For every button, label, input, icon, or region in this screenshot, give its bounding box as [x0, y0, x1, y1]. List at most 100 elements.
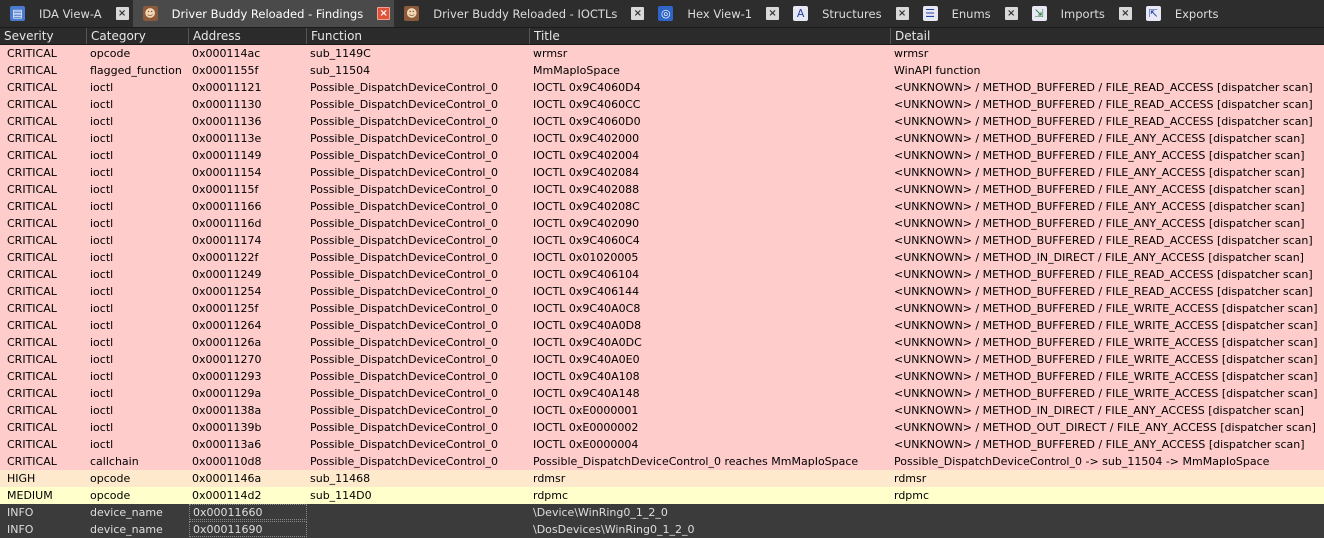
- cell-function: Possible_DispatchDeviceControl_0: [310, 319, 498, 332]
- column-header-function[interactable]: Function: [307, 28, 530, 44]
- table-row[interactable]: CRITICAL ioctl 0x00011149 Possible_Dispatch…: [0, 147, 1324, 164]
- table-row[interactable]: INFO device_name 0x00011660 \Device\WinRing…: [0, 504, 1324, 521]
- tab-label: Driver Buddy Reloaded - IOCTLs: [433, 6, 618, 21]
- table-row[interactable]: MEDIUM opcode 0x000114d2 sub_114D0 rdpmc rdpm…: [0, 487, 1324, 504]
- cell-title: IOCTL 0xE0000001: [533, 404, 639, 417]
- cell-function: Possible_DispatchDeviceControl_0: [310, 455, 498, 468]
- tab-6[interactable]: ⇲ Imports ×: [1022, 0, 1136, 27]
- table-row[interactable]: CRITICAL ioctl 0x00011293 Possible_Dispatch…: [0, 368, 1324, 385]
- cell-category: ioctl: [90, 370, 114, 383]
- table-row[interactable]: CRITICAL ioctl 0x0001129a Possible_Dispatch…: [0, 385, 1324, 402]
- cell-function: sub_1149C: [310, 47, 371, 60]
- tab-4[interactable]: A Structures ×: [783, 0, 913, 27]
- cell-function: Possible_DispatchDeviceControl_0: [310, 268, 498, 281]
- cell-address: 0x0001139b: [192, 421, 262, 434]
- table-row[interactable]: CRITICAL ioctl 0x00011154 Possible_Dispatch…: [0, 164, 1324, 181]
- cell-function: Possible_DispatchDeviceControl_0: [310, 98, 498, 111]
- close-icon[interactable]: ×: [631, 7, 645, 20]
- cell-title: rdpmc: [533, 489, 569, 502]
- column-header-detail[interactable]: Detail: [891, 28, 1324, 44]
- table-row[interactable]: HIGH opcode 0x0001146a sub_11468 rdmsr rdmsr: [0, 470, 1324, 487]
- cell-function: Possible_DispatchDeviceControl_0: [310, 217, 498, 230]
- tab-label: Hex View-1: [687, 6, 753, 21]
- tab-5[interactable]: ☰ Enums ×: [913, 0, 1022, 27]
- cell-function: Possible_DispatchDeviceControl_0: [310, 234, 498, 247]
- tab-3[interactable]: ◎ Hex View-1 ×: [648, 0, 783, 27]
- cell-title: \DosDevices\WinRing0_1_2_0: [533, 523, 695, 536]
- close-icon[interactable]: ×: [766, 7, 780, 20]
- driver-buddy-avatar-icon: ☻: [142, 6, 158, 21]
- table-row[interactable]: CRITICAL ioctl 0x00011254 Possible_Dispatch…: [0, 283, 1324, 300]
- cell-address: 0x00011293: [192, 370, 262, 383]
- close-icon[interactable]: ×: [115, 7, 129, 20]
- hex-view-icon: ◎: [658, 6, 674, 21]
- cell-address: 0x00011149: [192, 149, 262, 162]
- cell-category: ioctl: [90, 302, 114, 315]
- table-row[interactable]: CRITICAL ioctl 0x00011264 Possible_Dispatch…: [0, 317, 1324, 334]
- cell-severity: CRITICAL: [7, 149, 57, 162]
- table-row[interactable]: CRITICAL ioctl 0x00011121 Possible_Dispatch…: [0, 79, 1324, 96]
- table-row[interactable]: CRITICAL flagged_function 0x0001155f sub_11…: [0, 62, 1324, 79]
- close-icon[interactable]: ×: [895, 7, 909, 20]
- table-row[interactable]: CRITICAL ioctl 0x0001113e Possible_Dispatch…: [0, 130, 1324, 147]
- cell-function: Possible_DispatchDeviceControl_0: [310, 336, 498, 349]
- imports-icon: ⇲: [1031, 6, 1047, 21]
- cell-function: Possible_DispatchDeviceControl_0: [310, 166, 498, 179]
- cell-address: 0x0001122f: [192, 251, 259, 264]
- column-header-address[interactable]: Address: [189, 28, 307, 44]
- cell-severity: CRITICAL: [7, 421, 57, 434]
- tab-2[interactable]: ☻ Driver Buddy Reloaded - IOCTLs ×: [394, 0, 648, 27]
- tab-7[interactable]: ⇱ Exports: [1136, 0, 1237, 27]
- table-row[interactable]: CRITICAL ioctl 0x0001139b Possible_Dispatch…: [0, 419, 1324, 436]
- cell-severity: CRITICAL: [7, 183, 57, 196]
- table-row[interactable]: CRITICAL ioctl 0x0001138a Possible_Dispatch…: [0, 402, 1324, 419]
- table-row[interactable]: CRITICAL opcode 0x000114ac sub_1149C wrmsr wr…: [0, 45, 1324, 62]
- cell-title: IOCTL 0x9C4060D4: [533, 81, 641, 94]
- close-icon[interactable]: ×: [377, 7, 391, 20]
- column-header-category[interactable]: Category: [87, 28, 189, 44]
- cell-category: ioctl: [90, 183, 114, 196]
- table-row[interactable]: CRITICAL ioctl 0x0001126a Possible_Dispatch…: [0, 334, 1324, 351]
- table-row[interactable]: CRITICAL ioctl 0x0001115f Possible_Dispatch…: [0, 181, 1324, 198]
- table-row[interactable]: CRITICAL ioctl 0x00011136 Possible_Dispatch…: [0, 113, 1324, 130]
- tab-label: IDA View-A: [39, 6, 102, 21]
- table-row[interactable]: CRITICAL ioctl 0x0001122f Possible_Dispatch…: [0, 249, 1324, 266]
- cell-address: 0x00011121: [192, 81, 262, 94]
- table-row[interactable]: INFO device_name 0x00011690 \DosDevices\Win…: [0, 521, 1324, 538]
- cell-detail: <UNKNOWN> / METHOD_BUFFERED / FILE_ANY_A…: [894, 183, 1305, 196]
- table-row[interactable]: CRITICAL ioctl 0x000113a6 Possible_Dispatch…: [0, 436, 1324, 453]
- table-row[interactable]: CRITICAL ioctl 0x00011130 Possible_Dispatch…: [0, 96, 1324, 113]
- cell-category: ioctl: [90, 319, 114, 332]
- structures-icon: A: [793, 6, 809, 21]
- table-row[interactable]: CRITICAL callchain 0x000110d8 Possible_Disp…: [0, 453, 1324, 470]
- cell-category: opcode: [90, 47, 131, 60]
- column-header-title[interactable]: Title: [530, 28, 891, 44]
- tab-label: Imports: [1060, 6, 1105, 21]
- cell-category: ioctl: [90, 81, 114, 94]
- cell-function: Possible_DispatchDeviceControl_0: [310, 387, 498, 400]
- close-icon[interactable]: ×: [1118, 7, 1132, 20]
- cell-severity: CRITICAL: [7, 455, 57, 468]
- close-icon[interactable]: ×: [1004, 7, 1018, 20]
- cell-title: wrmsr: [533, 47, 568, 60]
- table-row[interactable]: CRITICAL ioctl 0x0001125f Possible_Dispatch…: [0, 300, 1324, 317]
- table-row[interactable]: CRITICAL ioctl 0x00011270 Possible_Dispatch…: [0, 351, 1324, 368]
- table-row[interactable]: CRITICAL ioctl 0x00011166 Possible_Dispatch…: [0, 198, 1324, 215]
- cell-category: ioctl: [90, 387, 114, 400]
- cell-function: [307, 521, 531, 538]
- cell-detail: <UNKNOWN> / METHOD_BUFFERED / FILE_READ_…: [894, 285, 1313, 298]
- cell-category: ioctl: [90, 421, 114, 434]
- cell-severity: CRITICAL: [7, 353, 57, 366]
- tab-0[interactable]: ▤ IDA View-A ×: [0, 0, 133, 27]
- cell-function: Possible_DispatchDeviceControl_0: [310, 404, 498, 417]
- tab-1[interactable]: ☻ Driver Buddy Reloaded - Findings ×: [132, 0, 395, 27]
- table-row[interactable]: CRITICAL ioctl 0x0001116d Possible_Dispatch…: [0, 215, 1324, 232]
- table-row[interactable]: CRITICAL ioctl 0x00011249 Possible_Dispatch…: [0, 266, 1324, 283]
- cell-address: 0x00011136: [192, 115, 262, 128]
- cell-severity: CRITICAL: [7, 81, 57, 94]
- table-row[interactable]: CRITICAL ioctl 0x00011174 Possible_Dispatch…: [0, 232, 1324, 249]
- cell-title: IOCTL 0x9C4060D0: [533, 115, 641, 128]
- column-header-severity[interactable]: Severity: [0, 28, 87, 44]
- cell-function: Possible_DispatchDeviceControl_0: [310, 370, 498, 383]
- cell-category: ioctl: [90, 166, 114, 179]
